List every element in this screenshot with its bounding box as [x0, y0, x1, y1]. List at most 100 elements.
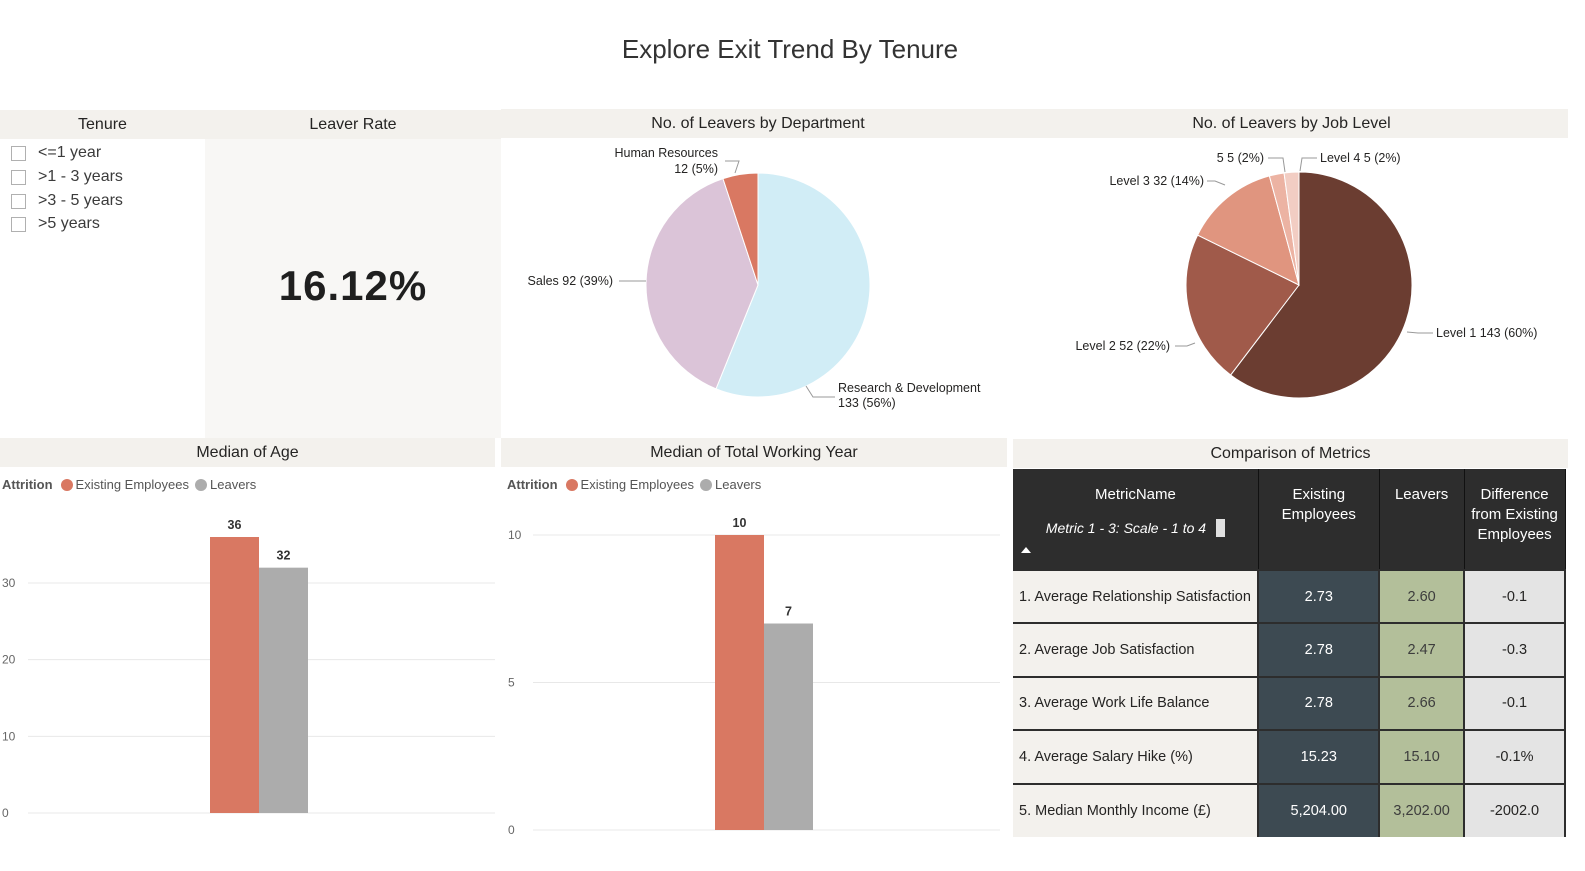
pie-label-rnd-value: 133 (56%)	[838, 396, 896, 410]
metric-name-cell: 5. Median Monthly Income (£)	[1013, 782, 1260, 837]
legend-title: Attrition	[507, 477, 558, 492]
existing-value-cell: 2.73	[1258, 568, 1381, 624]
difference-column-header[interactable]: Difference from Existing Employees	[1464, 469, 1566, 570]
table-row[interactable]: 4. Average Salary Hike (%) 15.23 15.10 -…	[1013, 729, 1566, 784]
legend-item-leavers[interactable]: Leavers	[195, 477, 256, 492]
existing-header-line2: Employees	[1281, 506, 1356, 523]
existing-value-cell: 5,204.00	[1258, 782, 1381, 837]
age-chart-header: Median of Age	[0, 438, 495, 467]
tenure-option-2[interactable]: >1 - 3 years	[11, 166, 123, 188]
difference-value-cell: -2002.0	[1464, 782, 1566, 837]
metric-name-header-label: MetricName	[1095, 486, 1176, 503]
metric-name-cell: 1. Average Relationship Satisfaction	[1013, 568, 1260, 624]
metric-name-cell: 2. Average Job Satisfaction	[1013, 622, 1260, 677]
metric-scale-note-text: Metric 1 - 3: Scale - 1 to 4	[1045, 520, 1207, 536]
y-tick-label: 0	[508, 823, 515, 837]
leavers-value-cell: 2.66	[1379, 675, 1466, 731]
table-row[interactable]: 1. Average Relationship Satisfaction 2.7…	[1013, 568, 1566, 624]
diff-header-line1: Difference	[1480, 486, 1549, 503]
metric-scale-note: Metric 1 - 3: Scale - 1 to 4	[1013, 518, 1258, 538]
scrollbar-thumb[interactable]	[1216, 519, 1226, 537]
existing-value-cell: 2.78	[1258, 675, 1381, 731]
bar-data-label: 10	[733, 516, 747, 530]
tenure-slicer-header: Tenure	[0, 110, 205, 139]
existing-header-line1: Existing	[1292, 486, 1346, 503]
tenure-option-label: >5 years	[38, 215, 100, 232]
bar-leavers[interactable]	[259, 567, 308, 813]
legend-label: Leavers	[210, 477, 257, 492]
y-tick-label: 10	[2, 729, 16, 743]
diff-header-line3: Employees	[1477, 526, 1552, 543]
sort-ascending-icon[interactable]	[1021, 547, 1031, 553]
legend-label: Existing Employees	[75, 477, 189, 492]
years-chart-header: Median of Total Working Year	[501, 438, 1007, 467]
legend-item-existing[interactable]: Existing Employees	[565, 477, 694, 492]
leaver-rate-value: 16.12%	[278, 262, 428, 309]
metric-name-cell: 3. Average Work Life Balance	[1013, 675, 1260, 731]
pie-label-hr-value: 12 (5%)	[674, 162, 718, 176]
metric-name-cell: 4. Average Salary Hike (%)	[1013, 729, 1260, 784]
metric-name-column-header[interactable]: MetricName Metric 1 - 3: Scale - 1 to 4	[1013, 469, 1259, 570]
legend-item-existing[interactable]: Existing Employees	[60, 477, 189, 492]
leavers-value-cell: 2.47	[1379, 622, 1466, 677]
bar-existing-employees[interactable]	[715, 535, 764, 830]
bar-data-label: 7	[785, 605, 792, 619]
pie-label-rnd: Research & Development	[838, 381, 981, 395]
pie-label-level3: Level 3 32 (14%)	[1109, 174, 1204, 188]
leavers-value-cell: 2.60	[1379, 568, 1466, 624]
bar-data-label: 36	[228, 518, 242, 532]
existing-value-cell: 2.78	[1258, 622, 1381, 677]
tenure-option-label: <=1 year	[38, 144, 102, 161]
leavers-column-header[interactable]: Leavers	[1379, 469, 1465, 570]
checkbox[interactable]	[11, 193, 26, 209]
dept-chart-header: No. of Leavers by Department	[501, 109, 1015, 138]
legend-dot	[195, 478, 207, 491]
y-tick-label: 30	[2, 576, 16, 590]
department-pie-chart[interactable]: Research & Development 133 (56%) Sales 9…	[501, 139, 1015, 438]
pie-label-hr: Human Resources	[614, 146, 718, 160]
leaver-rate-header: Leaver Rate	[205, 110, 501, 139]
pie-label-level4: Level 4 5 (2%)	[1320, 151, 1401, 165]
metrics-table: MetricName Metric 1 - 3: Scale - 1 to 4 …	[1013, 469, 1566, 837]
tenure-option-4[interactable]: >5 years	[11, 213, 100, 235]
pie-label-level1: Level 1 143 (60%)	[1436, 326, 1537, 340]
table-row[interactable]: 5. Median Monthly Income (£) 5,204.00 3,…	[1013, 782, 1566, 837]
y-tick-label: 0	[2, 806, 9, 820]
table-row[interactable]: 2. Average Job Satisfaction 2.78 2.47 -0…	[1013, 622, 1566, 677]
tenure-option-1[interactable]: <=1 year	[11, 142, 101, 164]
y-tick-label: 5	[508, 676, 515, 690]
leavers-header-label: Leavers	[1394, 486, 1449, 503]
y-tick-label: 10	[508, 528, 522, 542]
tenure-option-label: >1 - 3 years	[38, 168, 123, 185]
leavers-value-cell: 3,202.00	[1379, 782, 1466, 837]
difference-value-cell: -0.1	[1464, 675, 1566, 731]
diff-header-line2: from Existing	[1471, 506, 1558, 523]
legend-dot	[700, 478, 712, 491]
job-level-pie-chart[interactable]: Level 1 143 (60%) Level 2 52 (22%) Level…	[1015, 139, 1568, 438]
existing-column-header[interactable]: Existing Employees	[1258, 469, 1380, 570]
pie-label-sales: Sales 92 (39%)	[528, 274, 613, 288]
leavers-value-cell: 15.10	[1379, 729, 1466, 784]
metrics-table-header: Comparison of Metrics	[1013, 439, 1568, 468]
y-tick-label: 20	[2, 653, 16, 667]
legend-item-leavers[interactable]: Leavers	[700, 477, 761, 492]
checkbox[interactable]	[11, 216, 26, 232]
bar-existing-employees[interactable]	[210, 537, 259, 813]
pie-label-level5: 5 5 (2%)	[1217, 151, 1264, 165]
age-chart-legend: Attrition Existing Employees Leavers	[2, 477, 262, 492]
median-years-bar-chart[interactable]: 0 5 10 10 7	[505, 500, 1005, 840]
page-title: Explore Exit Trend By Tenure	[621, 34, 959, 64]
difference-value-cell: -0.1	[1464, 568, 1566, 624]
checkbox[interactable]	[11, 169, 26, 185]
legend-title: Attrition	[2, 477, 53, 492]
median-age-bar-chart[interactable]: 0 10 20 30 36 32	[0, 500, 500, 830]
table-row[interactable]: 3. Average Work Life Balance 2.78 2.66 -…	[1013, 675, 1566, 731]
checkbox[interactable]	[11, 145, 26, 161]
legend-dot	[565, 478, 578, 491]
existing-value-cell: 15.23	[1258, 729, 1381, 784]
legend-label: Leavers	[715, 477, 762, 492]
bar-leavers[interactable]	[764, 623, 813, 831]
level-chart-header: No. of Leavers by Job Level	[1015, 109, 1568, 138]
difference-value-cell: -0.1%	[1464, 729, 1566, 784]
tenure-option-3[interactable]: >3 - 5 years	[11, 190, 123, 212]
